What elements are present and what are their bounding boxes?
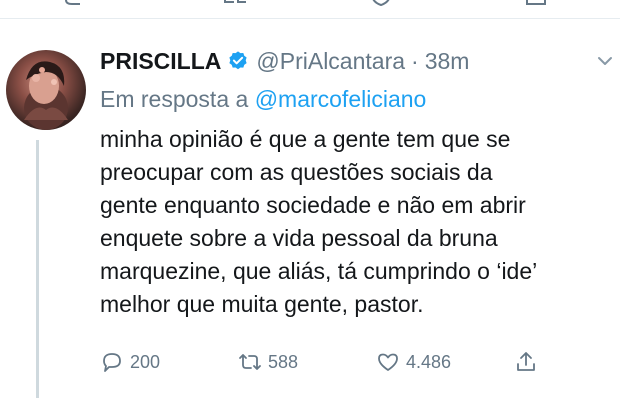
share-button[interactable]: [514, 350, 544, 374]
tweet-text-line: enquete sobre a vida pessoal da bruna: [100, 225, 498, 251]
tweet-text: minha opinião é que a gente tem que se p…: [100, 123, 615, 321]
tweet-header: PRISCILLA @PriAlcantara · 38m: [100, 44, 469, 78]
tweet-text-line: minha opinião é que a gente tem que se: [100, 126, 511, 152]
tweet-actions-bar: 200 588 4.486: [100, 345, 620, 379]
user-handle[interactable]: @PriAlcantara: [256, 48, 405, 75]
like-button[interactable]: 4.486: [376, 350, 451, 374]
heart-icon[interactable]: [370, 0, 392, 12]
verified-badge-icon: [229, 51, 248, 70]
tweet-text-line: melhor que muita gente, pastor.: [100, 291, 424, 317]
share-icon: [517, 352, 535, 371]
avatar[interactable]: [6, 50, 86, 130]
reply-button[interactable]: 200: [100, 350, 160, 374]
tweet-text-line: gente enquanto sociedade e não em abrir: [100, 192, 526, 218]
display-name[interactable]: PRISCILLA: [100, 48, 221, 75]
heart-icon: [378, 353, 398, 371]
avatar-photo: [24, 61, 68, 130]
retweet-icon[interactable]: [222, 0, 248, 12]
reply-count: 200: [130, 351, 161, 372]
like-count: 4.486: [406, 351, 452, 372]
tweet-text-line: marquezine, que aliás, tá cumprindo o ‘i…: [100, 258, 538, 284]
retweet-icon: [239, 354, 261, 370]
reply-context: Em resposta a @marcofeliciano: [100, 86, 426, 113]
reply-mention-link[interactable]: @marcofeliciano: [255, 86, 427, 112]
retweet-button[interactable]: 588: [238, 350, 298, 374]
tweet-text-line: preocupar com as questões sociais da: [100, 159, 493, 185]
chevron-down-icon[interactable]: [596, 52, 614, 70]
thread-connector-line: [36, 140, 39, 398]
share-icon[interactable]: [525, 0, 547, 12]
separator-dot: ·: [411, 47, 419, 74]
previous-tweet-actions-strip: [0, 0, 620, 19]
tweet-timestamp[interactable]: 38m: [425, 48, 470, 75]
reply-icon: [103, 353, 121, 372]
retweet-count: 588: [268, 351, 299, 372]
reply-icon[interactable]: [62, 0, 84, 12]
reply-prefix: Em resposta a: [100, 86, 249, 112]
